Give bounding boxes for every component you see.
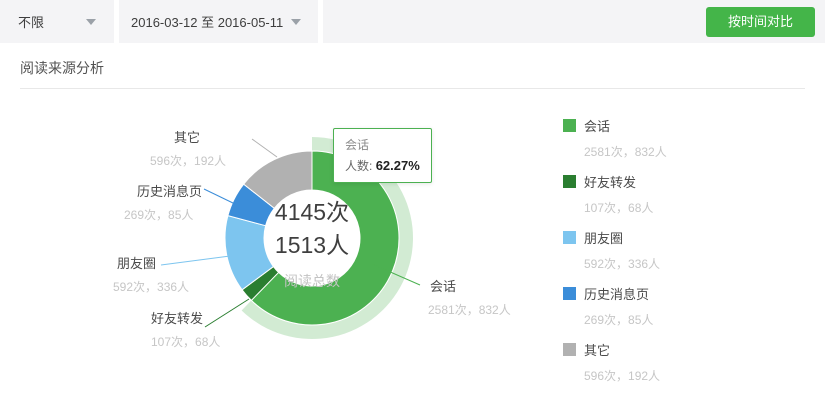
- callout-friend-share: 好友转发 107次，68人: [151, 311, 220, 350]
- read-source-analysis-panel: 不限 2016-03-12 至 2016-05-11 按时间对比 阅读来源分析: [0, 0, 825, 400]
- callout-counts: 107次，68人: [151, 333, 220, 350]
- legend-item-other: 其它 596次，192人: [563, 340, 793, 384]
- callout-moments: 朋友圈 592次，336人: [113, 256, 189, 295]
- chart-tooltip: 会话 人数: 62.27%: [333, 128, 432, 183]
- callout-name: 其它: [174, 130, 226, 145]
- legend-swatch: [563, 343, 576, 356]
- callout-counts: 592次，336人: [113, 278, 189, 295]
- legend-counts: 269次，85人: [584, 311, 793, 328]
- callout-counts: 596次，192人: [150, 152, 226, 169]
- callout-counts: 2581次，832人: [428, 301, 511, 318]
- legend-swatch: [563, 231, 576, 244]
- legend-item-friend-share: 好友转发 107次，68人: [563, 172, 793, 216]
- legend-counts: 2581次，832人: [584, 143, 793, 160]
- leader-line-history: [204, 189, 235, 204]
- callout-history-page: 历史消息页 269次，85人: [124, 184, 202, 223]
- legend-name: 历史消息页: [584, 284, 649, 303]
- tooltip-metric: 人数: 62.27%: [345, 157, 420, 174]
- callout-name: 历史消息页: [137, 184, 202, 199]
- callout-other: 其它 596次，192人: [150, 130, 226, 169]
- legend-name: 会话: [584, 116, 610, 135]
- legend-name: 好友转发: [584, 172, 636, 191]
- legend-swatch: [563, 119, 576, 132]
- tooltip-metric-value: 62.27%: [376, 158, 420, 173]
- total-readers: 1513人: [232, 229, 392, 262]
- legend-counts: 596次，192人: [584, 367, 793, 384]
- callout-name: 好友转发: [151, 311, 220, 326]
- callout-counts: 269次，85人: [124, 206, 202, 223]
- donut-center-label: 4145次 1513人 阅读总数: [232, 196, 392, 291]
- legend-counts: 592次，336人: [584, 255, 793, 272]
- legend-counts: 107次，68人: [584, 199, 793, 216]
- legend-swatch: [563, 287, 576, 300]
- legend-name: 朋友圈: [584, 228, 623, 247]
- tooltip-metric-label: 人数:: [345, 159, 372, 173]
- legend-item-moments: 朋友圈 592次，336人: [563, 228, 793, 272]
- total-caption: 阅读总数: [232, 271, 392, 291]
- tooltip-series-name: 会话: [345, 136, 420, 153]
- callout-name: 朋友圈: [117, 256, 189, 271]
- legend-item-conversation: 会话 2581次，832人: [563, 116, 793, 160]
- leader-line-other: [252, 139, 277, 157]
- legend-item-history-page: 历史消息页 269次，85人: [563, 284, 793, 328]
- callout-conversation: 会话 2581次，832人: [428, 279, 511, 318]
- callout-name: 会话: [430, 279, 511, 294]
- legend-swatch: [563, 175, 576, 188]
- total-reads: 4145次: [232, 196, 392, 229]
- legend-name: 其它: [584, 340, 610, 359]
